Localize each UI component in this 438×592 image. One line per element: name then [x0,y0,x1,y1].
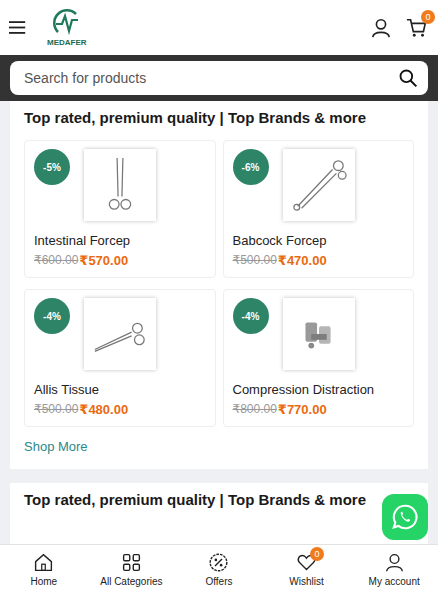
price: ₹480.00 [79,402,128,417]
search-placeholder: Search for products [24,70,146,86]
price: ₹770.00 [278,402,327,417]
account-icon[interactable] [370,17,392,39]
product-name[interactable]: Babcock Forcep [233,233,405,248]
nav-item[interactable]: Home [0,545,88,592]
product-card[interactable]: -4% Compression Distraction ₹800.00₹770.00 [223,289,415,427]
product-card[interactable]: -5% Intestinal Forcep ₹600.00₹570.00 [24,140,216,278]
search-field[interactable]: Search for products [10,61,428,95]
allis-icon [91,305,149,363]
discount-badge: -5% [34,149,70,185]
product-name[interactable]: Allis Tissue [34,382,206,397]
product-name[interactable]: Compression Distraction [233,382,405,397]
section-title: Top rated, premium quality | Top Brands … [24,491,414,508]
logo-icon [52,8,82,38]
offers-icon [208,552,229,573]
product-image[interactable] [84,149,156,221]
menu-icon[interactable] [9,20,27,35]
product-image[interactable] [283,149,355,221]
home-icon [33,552,54,573]
categories-icon [121,552,142,573]
content: Top rated, premium quality | Top Brands … [0,101,438,565]
product-section: Top rated, premium quality | Top Brands … [10,101,428,469]
whatsapp-icon [390,502,420,532]
nav-label: My account [369,576,420,587]
section-title: Top rated, premium quality | Top Brands … [24,109,414,126]
device-icon [290,305,348,363]
product-card[interactable]: -4% Allis Tissue ₹500.00₹480.00 [24,289,216,427]
search-bar: Search for products [0,55,438,101]
nav-item[interactable]: Offers [175,545,263,592]
product-card[interactable]: -6% Babcock Forcep ₹500.00₹470.00 [223,140,415,278]
old-price: ₹800.00 [233,402,277,417]
old-price: ₹500.00 [233,253,277,268]
nav-label: Wishlist [289,576,323,587]
product-grid: -5% Intestinal Forcep ₹600.00₹570.00 -6% Bab… [24,140,414,427]
cart-button[interactable]: 0 [406,17,428,39]
page: MEDAFER 0 Search for products Top rated, pr… [0,0,438,592]
discount-badge: -4% [233,298,269,334]
discount-badge: -4% [34,298,70,334]
header: MEDAFER 0 [0,0,438,55]
nav-item[interactable]: My account [350,545,438,592]
whatsapp-button[interactable] [382,494,428,540]
discount-badge: -6% [233,149,269,185]
bottom-nav: Home All Categories Offers 0 Wishlist My acco… [0,544,438,592]
product-image[interactable] [84,298,156,370]
forcep-icon [91,156,149,214]
search-icon[interactable] [398,68,418,88]
logo[interactable]: MEDAFER [47,8,87,47]
nav-label: Home [30,576,57,587]
nav-item[interactable]: All Categories [88,545,176,592]
babcock-icon [290,156,348,214]
price: ₹570.00 [79,253,128,268]
nav-item[interactable]: 0 Wishlist [263,545,351,592]
shop-more-link[interactable]: Shop More [24,439,88,454]
old-price: ₹600.00 [34,253,78,268]
nav-label: Offers [205,576,232,587]
user-icon [384,552,405,573]
product-name[interactable]: Intestinal Forcep [34,233,206,248]
old-price: ₹500.00 [34,402,78,417]
cart-badge: 0 [421,10,435,24]
product-image[interactable] [283,298,355,370]
wishlist-badge: 0 [310,547,324,561]
price: ₹470.00 [278,253,327,268]
nav-label: All Categories [100,576,162,587]
logo-text: MEDAFER [47,39,87,47]
